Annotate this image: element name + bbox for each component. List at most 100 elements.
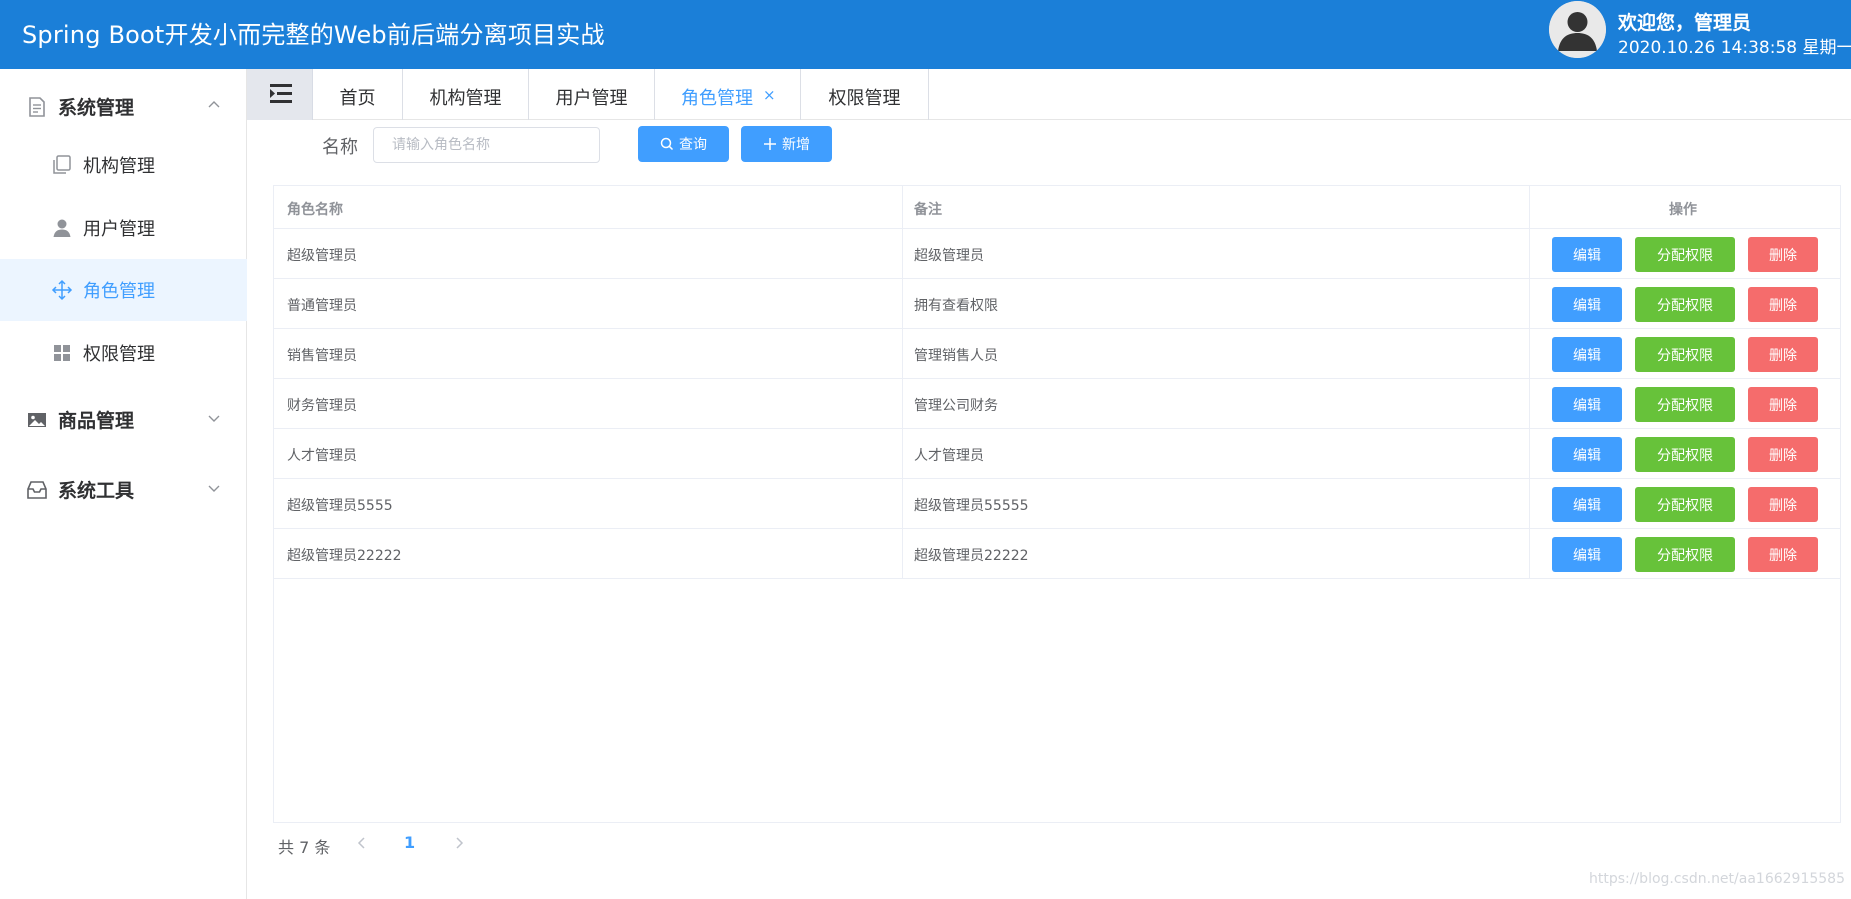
table-row: 普通管理员 拥有查看权限 编辑 分配权限 删除 [274,279,1840,329]
assign-permissions-button[interactable]: 分配权限 [1635,337,1735,372]
cell-remark: 管理销售人员 [914,348,998,364]
search-name-label: 名称 [322,137,358,158]
cell-role-name: 超级管理员22222 [287,548,402,564]
tab-label: 角色管理 [681,88,753,109]
tab-close-icon[interactable]: × [763,86,776,104]
edit-button[interactable]: 编辑 [1552,237,1622,272]
query-button-label: 查询 [679,137,707,153]
pagination-total: 共 7 条 [278,838,331,857]
table-row: 财务管理员 管理公司财务 编辑 分配权限 删除 [274,379,1840,429]
delete-button[interactable]: 删除 [1748,487,1818,522]
top-header: Spring Boot开发小而完整的Web前后端分离项目实战 欢迎您，管理员 2… [0,0,1851,69]
cell-role-name: 财务管理员 [287,398,357,414]
user-avatar-icon [1549,1,1606,58]
chevron-down-icon [208,485,220,492]
chevron-up-icon [208,101,220,108]
add-button-label: 新增 [782,137,810,153]
column-header-remark: 备注 [914,202,942,218]
delete-button[interactable]: 删除 [1748,537,1818,572]
sidebar-item-label: 机构管理 [83,156,155,177]
roles-table: 角色名称 备注 操作 超级管理员 超级管理员 编辑 分配权限 删除 普通管理员 … [273,185,1841,823]
table-row: 超级管理员 超级管理员 编辑 分配权限 删除 [274,229,1840,279]
sidebar-item-permissions[interactable]: 权限管理 [0,322,247,384]
tab-organization[interactable]: 机构管理 [403,69,529,120]
table-row: 人才管理员 人才管理员 编辑 分配权限 删除 [274,429,1840,479]
tab-label: 权限管理 [828,88,901,109]
search-icon [660,137,674,151]
tab-label: 机构管理 [429,88,502,109]
sidebar-group-system[interactable]: 系统管理 [0,78,247,134]
delete-button[interactable]: 删除 [1748,237,1818,272]
user-icon [53,219,71,237]
avatar[interactable] [1549,1,1606,58]
collapse-menu-button[interactable] [247,69,313,120]
cell-remark: 超级管理员 [914,248,984,264]
assign-permissions-button[interactable]: 分配权限 [1635,387,1735,422]
table-header: 角色名称 备注 操作 [274,186,1840,229]
edit-button[interactable]: 编辑 [1552,437,1622,472]
menu-fold-icon [270,84,292,103]
sidebar-group-products[interactable]: 商品管理 [0,391,247,447]
cell-role-name: 普通管理员 [287,298,357,314]
pagination-page-number[interactable]: 1 [404,833,415,852]
picture-icon [28,413,46,427]
assign-permissions-button[interactable]: 分配权限 [1635,487,1735,522]
move-icon [51,279,73,301]
datetime-text: 2020.10.26 14:38:58 星期一 [1618,38,1851,58]
tab-label: 用户管理 [555,88,628,109]
chevron-down-icon [208,415,220,422]
query-button[interactable]: 查询 [638,126,729,162]
chevron-left-icon[interactable] [353,834,371,852]
delete-button[interactable]: 删除 [1748,387,1818,422]
edit-button[interactable]: 编辑 [1552,537,1622,572]
edit-button[interactable]: 编辑 [1552,337,1622,372]
table-row: 超级管理员5555 超级管理员55555 编辑 分配权限 删除 [274,479,1840,529]
column-header-actions: 操作 [1669,202,1697,218]
role-name-input[interactable] [373,127,600,163]
tab-home[interactable]: 首页 [313,69,403,120]
column-header-role-name: 角色名称 [287,202,343,218]
sidebar-group-tools[interactable]: 系统工具 [0,461,247,517]
watermark-text: https://blog.csdn.net/aa1662915585 [1589,871,1845,887]
cell-role-name: 超级管理员5555 [287,498,393,514]
cell-remark: 拥有查看权限 [914,298,998,314]
app-title: Spring Boot开发小而完整的Web前后端分离项目实战 [22,21,605,49]
sidebar-group-label: 系统管理 [58,97,135,119]
assign-permissions-button[interactable]: 分配权限 [1635,537,1735,572]
add-button[interactable]: 新增 [741,126,832,162]
tab-bar: 首页 机构管理 用户管理 角色管理 × 权限管理 [247,69,1851,120]
sidebar-item-users[interactable]: 用户管理 [0,197,247,259]
document-icon [29,97,45,117]
tab-roles[interactable]: 角色管理 × [655,69,801,120]
sidebar-item-organization[interactable]: 机构管理 [0,134,247,196]
welcome-text: 欢迎您，管理员 [1618,12,1752,34]
delete-button[interactable]: 删除 [1748,437,1818,472]
tab-users[interactable]: 用户管理 [529,69,655,120]
grid-icon [54,345,70,361]
assign-permissions-button[interactable]: 分配权限 [1635,437,1735,472]
tab-permissions[interactable]: 权限管理 [801,69,929,120]
delete-button[interactable]: 删除 [1748,287,1818,322]
table-row: 销售管理员 管理销售人员 编辑 分配权限 删除 [274,329,1840,379]
edit-button[interactable]: 编辑 [1552,487,1622,522]
sidebar-group-label: 系统工具 [58,480,135,502]
assign-permissions-button[interactable]: 分配权限 [1635,237,1735,272]
cell-role-name: 超级管理员 [287,248,357,264]
sidebar-item-label: 角色管理 [83,281,155,302]
edit-button[interactable]: 编辑 [1552,387,1622,422]
cell-remark: 超级管理员22222 [914,548,1029,564]
edit-button[interactable]: 编辑 [1552,287,1622,322]
cell-remark: 管理公司财务 [914,398,998,414]
sidebar-group-label: 商品管理 [58,410,135,432]
delete-button[interactable]: 删除 [1748,337,1818,372]
table-row: 超级管理员22222 超级管理员22222 编辑 分配权限 删除 [274,529,1840,579]
sidebar-item-label: 用户管理 [83,219,155,240]
plus-icon [764,138,776,150]
sidebar: 系统管理 机构管理 用户管理 角色管理 权限管理 商品管理 系统工具 [0,69,247,899]
tab-label: 首页 [339,88,376,109]
cell-remark: 超级管理员55555 [914,498,1029,514]
assign-permissions-button[interactable]: 分配权限 [1635,287,1735,322]
sidebar-item-roles[interactable]: 角色管理 [0,259,247,321]
chevron-right-icon[interactable] [450,834,468,852]
box-icon [27,481,47,499]
